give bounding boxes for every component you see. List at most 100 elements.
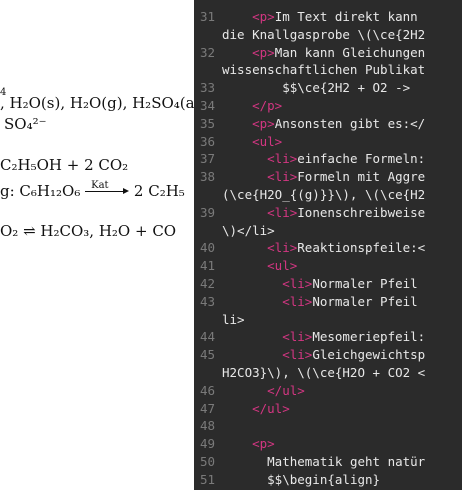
line-number: 39 [200, 204, 216, 220]
catalyst-arrow: Kat [85, 180, 130, 201]
code-content: \)</li> [222, 222, 275, 239]
line-number: 40 [200, 240, 216, 256]
code-text: \)</li> [222, 222, 275, 238]
code-content: <li>Formeln mit Aggre [222, 168, 425, 185]
html-tag: <li> [267, 169, 298, 185]
line-number: 35 [200, 115, 216, 131]
line-number: 50 [200, 454, 216, 469]
reaction-arrow-icon [85, 188, 130, 194]
line-number: 44 [200, 329, 216, 345]
line-number: 33 [200, 80, 216, 96]
code-content: <li>Reaktionspfeile:< [222, 239, 425, 256]
line-number: 42 [200, 276, 216, 291]
formula-line-aggregate: , H₂O(s), H₂O(g), H₂SO₄(a [0, 94, 194, 112]
html-tag: </ul> [252, 400, 290, 416]
line-number: 36 [200, 133, 216, 149]
html-tag: </p> [252, 98, 283, 113]
code-editor[interactable]: 31 <p>Im Text direkt kann die Knallgaspro… [194, 0, 462, 490]
code-text: Formeln mit Aggre [297, 169, 426, 185]
formula-line-equilibrium: O₂ ⇌ H₂CO₃, H₂O + CO [0, 222, 177, 240]
line-number: 32 [200, 44, 216, 60]
code-text: Im Text direkt kann [274, 9, 418, 24]
line-number: 46 [200, 382, 216, 398]
line-number: 51 [200, 471, 216, 487]
code-text: Man kann Gleichungen [274, 44, 426, 60]
code-content: <p>Im Text direkt kann [222, 8, 418, 25]
code-content: <li>Normaler Pfeil [222, 275, 418, 292]
code-text: Mesomeriepfeil: [312, 329, 426, 345]
code-text: $$\begin{align} [267, 471, 381, 487]
catalyst-label: Kat [91, 180, 109, 191]
html-tag: <li> [267, 204, 298, 220]
code-content: </ul> [222, 382, 305, 399]
catalyst-reactant: g: C₆H₁₂O₆ [0, 182, 81, 200]
code-text: li> [222, 311, 245, 327]
code-text: wissenschaftlichen Publikat [222, 62, 426, 78]
code-text: $$\ce{2H2 + O2 -> [282, 80, 411, 96]
formula-line-ion: SO₄²⁻ [4, 115, 47, 133]
code-text: Reaktionspfeile:< [297, 240, 426, 256]
html-tag: <li> [282, 347, 313, 363]
html-tag: <li> [282, 293, 313, 309]
code-text: einfache Formeln: [297, 151, 426, 167]
html-tag: <p> [252, 9, 275, 24]
code-text: Normaler Pfeil [312, 293, 418, 309]
code-content: wissenschaftlichen Publikat [222, 61, 425, 78]
code-content: <p>Man kann Gleichungen [222, 44, 425, 61]
line-number: 49 [200, 436, 216, 452]
code-content: <li>einfache Formeln: [222, 150, 425, 167]
code-text: Ionenschreibweise [297, 204, 426, 220]
code-content: <p>Ansonsten gibt es:</ [222, 115, 425, 132]
html-tag: <li> [267, 240, 298, 256]
code-content: <ul> [222, 257, 297, 274]
code-text: Normaler Pfeil [312, 276, 418, 291]
code-content: $$\begin{align} [222, 471, 380, 488]
html-tag: <p> [252, 115, 275, 131]
line-number: 37 [200, 151, 216, 167]
html-tag: <p> [252, 44, 275, 60]
code-content: <li>Mesomeriepfeil: [222, 328, 425, 345]
html-tag: <p> [252, 436, 275, 452]
code-content: </ul> [222, 400, 290, 417]
line-number: 41 [200, 258, 216, 274]
code-text: Gleichgewichtsp [312, 347, 426, 363]
line-number: 47 [200, 400, 216, 416]
code-content: $$\ce{2H2 + O2 -> [222, 79, 410, 96]
html-tag: </ul> [267, 382, 305, 398]
code-content: <li>Gleichgewichtsp [222, 346, 425, 363]
html-tag: <ul> [267, 258, 298, 274]
code-text: (\ce{H2O_{(g)}}\), \(\ce{H2 [222, 187, 426, 202]
html-tag: <li> [267, 151, 298, 167]
line-number: 31 [200, 9, 216, 24]
code-text: Mathematik geht natür [267, 454, 426, 469]
rendered-preview-pane: 4 , H₂O(s), H₂O(g), H₂SO₄(a SO₄²⁻ C₂H₅OH… [0, 0, 194, 490]
code-content: </p> [222, 97, 282, 114]
code-text: H2CO3}\), \(\ce{H2O + CO2 < [222, 365, 426, 380]
formula-line-ethanol: C₂H₅OH + 2 CO₂ [0, 156, 129, 174]
code-content: H2CO3}\), \(\ce{H2O + CO2 < [222, 364, 425, 381]
code-content: Mathematik geht natür [222, 453, 425, 470]
code-content: <p> [222, 435, 275, 452]
html-tag: <ul> [252, 133, 283, 149]
html-tag: <li> [282, 329, 313, 345]
catalyst-product: 2 C₂H₅ [133, 182, 185, 200]
code-content: (\ce{H2O_{(g)}}\), \(\ce{H2 [222, 186, 425, 203]
code-content: <li>Ionenschreibweise [222, 204, 425, 221]
code-text: die Knallgasprobe \(\ce{2H2 [222, 26, 426, 42]
